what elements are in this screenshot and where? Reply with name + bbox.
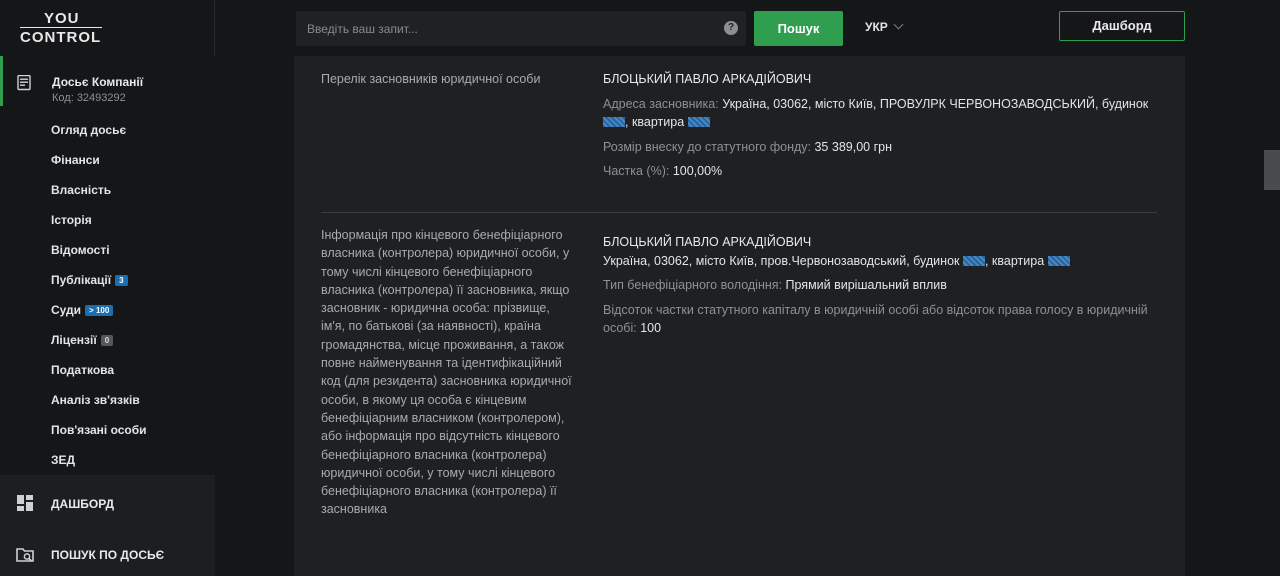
youcontrol-logo[interactable]: YOU CONTROL: [20, 11, 102, 45]
sidebar-item-tax[interactable]: Податкова: [51, 363, 147, 393]
sidebar-item-history[interactable]: Історія: [51, 213, 147, 243]
founder-share: Частка (%): 100,00%: [603, 164, 723, 178]
beneficiary-value: БЛОЦЬКИЙ ПАВЛО АРКАДІЙОВИЧ Україна, 0306…: [603, 233, 1157, 338]
search-input[interactable]: [296, 11, 706, 46]
sidebar-item-courts[interactable]: Суди > 100: [51, 303, 147, 333]
count-badge: > 100: [85, 305, 114, 316]
beneficiary-name: БЛОЦЬКИЙ ПАВЛО АРКАДІЙОВИЧ: [603, 235, 812, 249]
beneficiary-ownership-type: Тип бенефіціарного володіння: Прямий вир…: [603, 278, 947, 292]
masked-data-icon: [962, 255, 985, 266]
top-header: YOU CONTROL ? Пошук УКР Дашборд: [0, 0, 1280, 56]
language-label: УКР: [865, 20, 888, 34]
count-badge: 3: [115, 275, 128, 286]
founder-contribution: Розмір внеску до статутного фонду: 35 38…: [603, 139, 892, 154]
beneficiary-address: Україна, 03062, місто Київ, пров.Червоно…: [603, 252, 1157, 271]
dossier-code: Код: 32493292: [52, 92, 126, 104]
beneficiary-percent: Відсоток частки статутного капіталу в юр…: [603, 302, 1148, 336]
beneficiary-label: Інформація про кінцевого бенефіціарного …: [321, 228, 572, 517]
dashboard-button[interactable]: Дашборд: [1059, 11, 1185, 41]
sidebar: Досьє Компанії Код: 32493292 Огляд досьє…: [0, 56, 215, 576]
sidebar-item-label: ДАШБОРД: [51, 497, 115, 511]
founders-value: БЛОЦЬКИЙ ПАВЛО АРКАДІЙОВИЧ Адреса заснов…: [603, 70, 1157, 181]
sidebar-item-publications[interactable]: Публікації 3: [51, 273, 147, 303]
search-button[interactable]: Пошук: [754, 11, 843, 46]
sidebar-item-licenses[interactable]: Ліцензії 0: [51, 333, 147, 363]
masked-data-icon: [687, 117, 710, 127]
founders-label: Перелік засновників юридичної особи: [321, 72, 541, 86]
sidebar-item-records[interactable]: Відомості: [51, 243, 147, 273]
chevron-down-icon: [893, 19, 904, 30]
sidebar-item-overview[interactable]: Огляд досьє: [51, 123, 147, 153]
main-content: Перелік засновників юридичної особи БЛОЦ…: [294, 56, 1185, 576]
document-icon: [17, 75, 31, 91]
logo-area: YOU CONTROL: [0, 0, 215, 56]
sidebar-bottom: ДАШБОРД ПОШУК ПО ДОСЬЄ: [0, 475, 215, 576]
founder-address: Адреса засновника: Україна, 03062, місто…: [603, 96, 1149, 129]
sidebar-item-links-analysis[interactable]: Аналіз зв'язків: [51, 393, 147, 423]
beneficiary-row: Інформація про кінцевого бенефіціарного …: [321, 213, 1157, 576]
dashboard-grid-icon: [17, 495, 33, 511]
dossier-title: Досьє Компанії: [52, 75, 144, 89]
count-badge: 0: [100, 335, 114, 346]
folder-search-icon: [16, 548, 34, 562]
masked-data-icon: [603, 117, 625, 127]
search-box: ?: [296, 11, 746, 46]
help-icon[interactable]: ?: [724, 21, 738, 35]
sidebar-item-label: ПОШУК ПО ДОСЬЄ: [51, 548, 165, 562]
language-selector[interactable]: УКР: [865, 19, 904, 34]
dossier-nav: Огляд досьє Фінанси Власність Історія Ві…: [51, 123, 147, 483]
sidebar-item-search-dossier[interactable]: ПОШУК ПО ДОСЬЄ: [0, 533, 215, 573]
sidebar-item-company-dossier[interactable]: Досьє Компанії Код: 32493292: [0, 56, 215, 106]
founders-row: Перелік засновників юридичної особи БЛОЦ…: [321, 56, 1157, 213]
sidebar-item-ownership[interactable]: Власність: [51, 183, 147, 213]
scrollbar-thumb[interactable]: [1264, 150, 1280, 190]
sidebar-item-related-persons[interactable]: Пов'язані особи: [51, 423, 147, 453]
sidebar-item-finance[interactable]: Фінанси: [51, 153, 147, 183]
masked-data-icon: [1047, 255, 1070, 266]
founder-name: БЛОЦЬКИЙ ПАВЛО АРКАДІЙОВИЧ: [603, 72, 812, 86]
sidebar-item-dashboard[interactable]: ДАШБОРД: [0, 482, 215, 522]
